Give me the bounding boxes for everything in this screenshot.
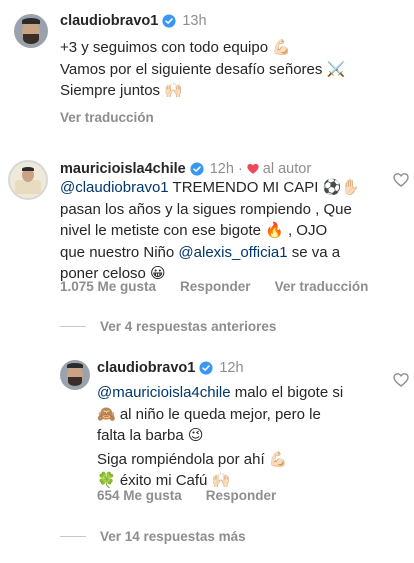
reply-button[interactable]: Responder (180, 279, 251, 294)
avatar-claudiobravo1[interactable] (60, 360, 90, 390)
view-more-replies[interactable]: Ver 14 respuestas más (60, 529, 246, 544)
view-more-replies-label: Ver 14 respuestas más (100, 529, 246, 544)
like-heart-icon[interactable] (393, 172, 409, 188)
view-previous-replies[interactable]: Ver 4 respuestas anteriores (60, 319, 276, 334)
comment-line: 🙈 al niño le queda mejor, pero le (97, 405, 321, 423)
comment-line: falta la barba 😉 (97, 427, 204, 444)
see-translation-link[interactable]: Ver traducción (60, 110, 154, 125)
comment-text: se va a (287, 243, 341, 261)
username-claudiobravo1[interactable]: claudiobravo1 (97, 360, 195, 376)
comment-time: 12h (219, 360, 244, 376)
comment-line: @claudiobravo1 TREMENDO MI CAPI ⚽️✋🏻 (60, 177, 390, 199)
comment-text: TREMENDO MI CAPI ⚽️✋🏻 (168, 179, 360, 196)
reply-button[interactable]: Responder (206, 488, 277, 503)
comment-time: 13h (182, 13, 207, 29)
liked-by-author-label: al autor (262, 161, 312, 177)
see-translation-link[interactable]: Ver traducción (275, 279, 369, 294)
comment-line: Siempre juntos 🙌🏻 (60, 82, 183, 99)
likes-count[interactable]: 1.075 Me gusta (60, 279, 156, 294)
mention-link[interactable]: @claudiobravo1 (60, 179, 169, 196)
comment-text: que nuestro Niño (60, 243, 179, 261)
comment-line: que nuestro Niño @alexis_officia1 se va … (60, 242, 390, 264)
comment-body: @claudiobravo1 TREMENDO MI CAPI ⚽️✋🏻 pas… (60, 177, 390, 285)
verified-badge-icon (190, 162, 204, 176)
comment-line: Siga rompiéndola por ahí 💪🏻 (97, 450, 288, 468)
divider (60, 536, 86, 537)
like-heart-icon[interactable] (393, 372, 409, 388)
comment-time: 12h (209, 161, 234, 177)
comment-line: @mauricioisla4chile malo el bigote si (97, 382, 387, 404)
avatar-mauricioisla4chile[interactable] (8, 160, 48, 200)
author-heart-icon (247, 163, 259, 174)
username-claudiobravo1[interactable]: claudiobravo1 (60, 13, 158, 29)
comment-line: +3 y seguimos con todo equipo 💪🏻 (60, 39, 291, 56)
mention-link[interactable]: @mauricioisla4chile (97, 384, 231, 401)
separator-dot: · (237, 161, 243, 177)
comment-text: malo el bigote si (230, 384, 344, 401)
username-mauricioisla4chile[interactable]: mauricioisla4chile (60, 161, 186, 177)
comment-body: +3 y seguimos con todo equipo 💪🏻 Vamos p… (60, 37, 345, 102)
likes-count[interactable]: 654 Me gusta (97, 488, 182, 503)
view-previous-replies-label: Ver 4 respuestas anteriores (100, 319, 277, 334)
verified-badge-icon (162, 14, 176, 28)
mention-link[interactable]: @alexis_officia1 (178, 244, 287, 261)
comment-line: Vamos por el siguiente desafío señores ⚔… (60, 60, 346, 78)
avatar-claudiobravo1[interactable] (14, 14, 48, 48)
verified-badge-icon (199, 361, 213, 375)
reply-body: @mauricioisla4chile malo el bigote si 🙈 … (97, 382, 387, 492)
comment-line: nivel le metiste con ese bigote 🔥 , OJO (60, 222, 328, 239)
divider (60, 326, 86, 327)
comment-line: pasan los años y la sigues rompiendo , Q… (60, 200, 352, 218)
